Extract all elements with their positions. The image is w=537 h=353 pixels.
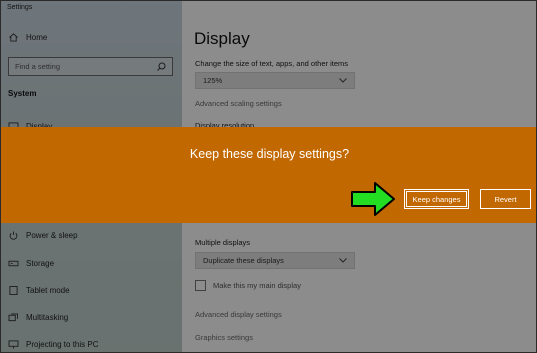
settings-window: Settings Home Find a setting System Disp… [0, 0, 537, 353]
green-arrow-icon [351, 182, 395, 216]
keep-changes-button[interactable]: Keep changes [404, 189, 469, 209]
banner-message: Keep these display settings? [189, 147, 350, 161]
keep-settings-banner: Keep these display settings? Keep change… [1, 127, 536, 223]
revert-button[interactable]: Revert [480, 189, 531, 209]
